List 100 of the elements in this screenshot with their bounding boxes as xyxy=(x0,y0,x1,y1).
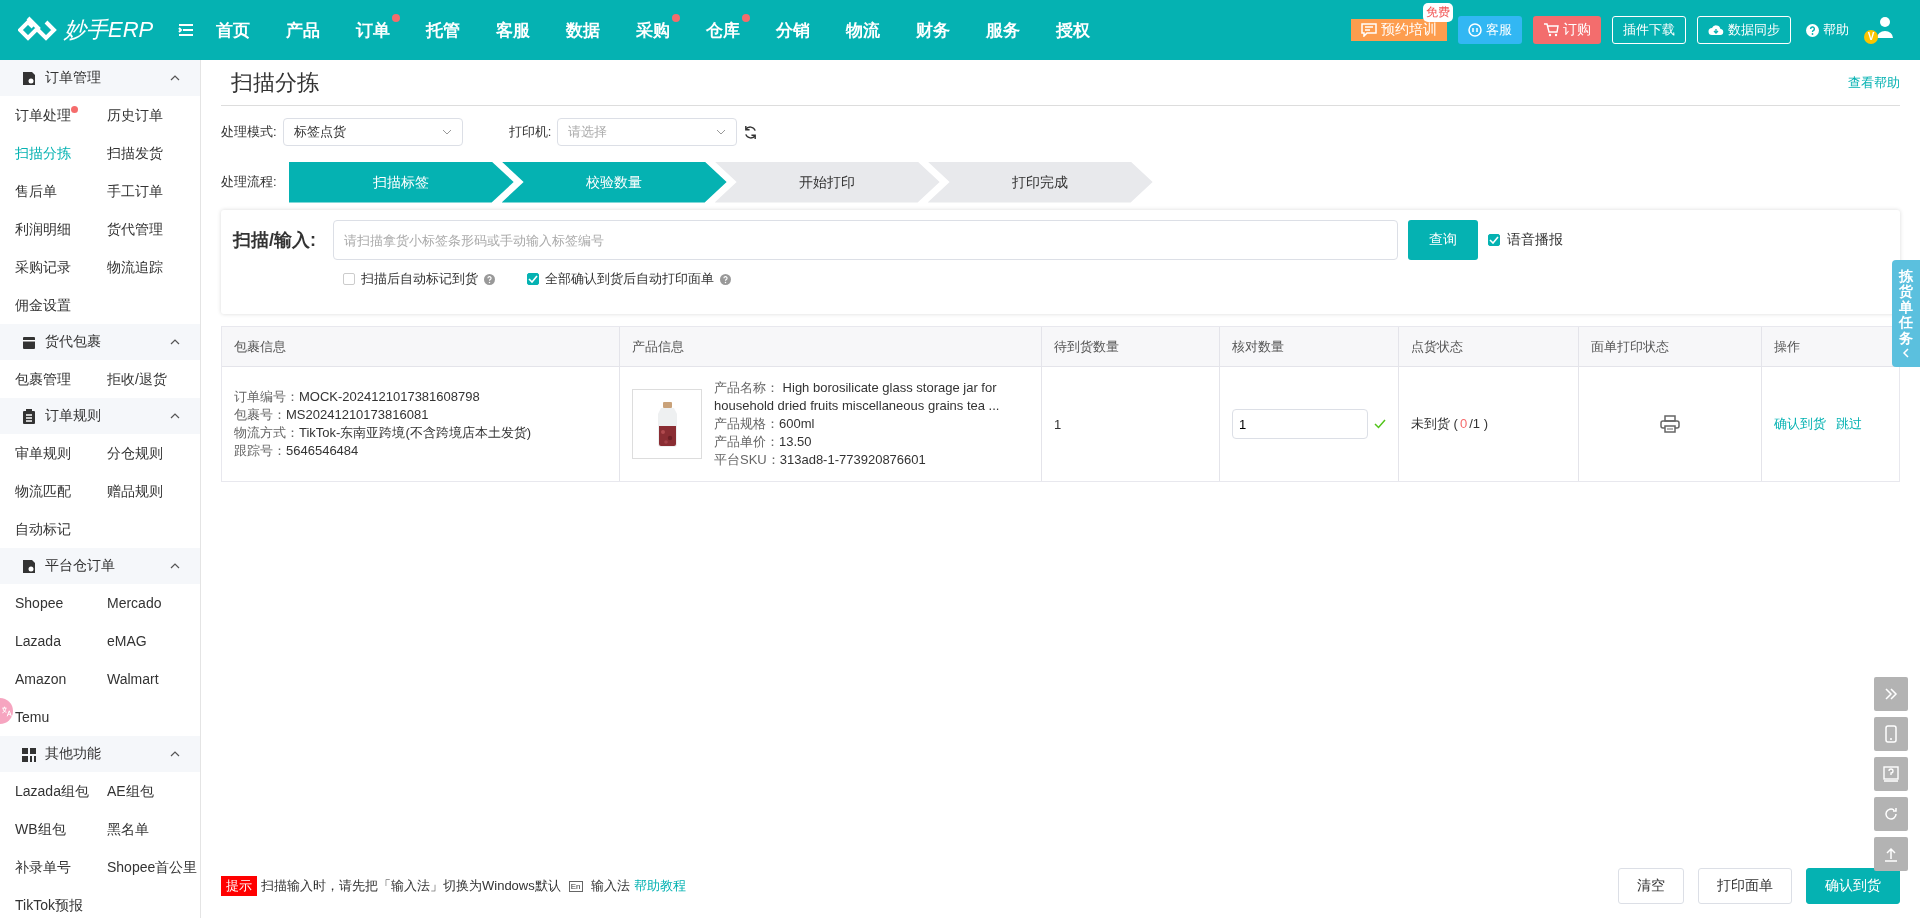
cloud-download-icon xyxy=(1708,24,1724,36)
section-icon xyxy=(22,334,36,350)
section-icon xyxy=(22,558,36,574)
field-label: 处理流程: xyxy=(221,173,277,191)
scan-label: 扫描/输入: xyxy=(233,229,317,252)
section-icon xyxy=(22,746,36,762)
translate-icon[interactable] xyxy=(0,698,13,724)
sidebar-item[interactable]: 利润明细 xyxy=(15,210,107,248)
phone-icon[interactable] xyxy=(1874,717,1908,751)
product-info-line: 产品规格：600ml xyxy=(714,415,816,433)
checkbox-label: 扫描后自动标记到货 xyxy=(361,270,478,288)
package-info-line: 订单编号：MOCK-2024121017381608798 xyxy=(234,388,480,406)
double-chevron-icon[interactable] xyxy=(1874,677,1908,711)
sidebar-section-header[interactable]: 其他功能 xyxy=(0,736,200,772)
checkbox[interactable] xyxy=(527,273,539,285)
section-icon xyxy=(22,70,36,86)
tip-text: 输入法 xyxy=(590,877,630,895)
chevron-down-icon xyxy=(441,129,452,135)
footer-button[interactable]: 清空 xyxy=(1618,868,1684,904)
column-header: 产品信息 xyxy=(620,327,1042,366)
package-info-line: 跟踪号：5646546484 xyxy=(234,442,359,460)
column-header: 包裹信息 xyxy=(222,327,620,366)
package-info-line: 物流方式：TikTok-东南亚跨境(不含跨境店本土发货) xyxy=(234,424,532,442)
sidebar-section-header[interactable]: 平台仓订单 xyxy=(0,548,200,584)
column-header: 待到货数量 xyxy=(1042,327,1220,366)
step-item: 开始打印 xyxy=(714,161,940,203)
table-cell: 1 xyxy=(1054,416,1062,432)
sidebar-item[interactable]: 物流追踪 xyxy=(107,248,200,286)
arrival-status: 未到货 (0/1 ) xyxy=(1411,415,1488,433)
sidebar-item[interactable]: Mercado xyxy=(107,584,200,622)
sidebar-item[interactable]: 扫描发货 xyxy=(107,134,200,172)
product-info-line: 产品单价：13.50 xyxy=(714,433,813,451)
sidebar-item[interactable]: 物流匹配 xyxy=(15,472,107,510)
page-title: 扫描分拣 xyxy=(231,68,319,97)
sidebar-section-header[interactable]: 订单管理 xyxy=(0,60,200,96)
help-icon[interactable] xyxy=(484,273,495,285)
sidebar-item[interactable]: TikTok预报 xyxy=(15,886,107,918)
checkbox-label: 语音播报 xyxy=(1507,231,1563,249)
step-item: 校验数量 xyxy=(501,161,727,203)
tip-badge: 提示 xyxy=(221,876,257,896)
back-to-top-icon[interactable] xyxy=(1874,837,1908,871)
sidebar-item[interactable]: 手工订单 xyxy=(107,172,200,210)
sidebar-item[interactable]: 订单处理 xyxy=(15,96,107,134)
help-icon[interactable] xyxy=(720,273,731,285)
free-badge: 免费 xyxy=(1423,3,1453,22)
chevron-down-icon xyxy=(716,129,727,135)
help-icon xyxy=(1806,23,1819,37)
sidebar-item[interactable]: 拒收/退货 xyxy=(107,360,200,398)
sidebar-item[interactable]: Lazada组包 xyxy=(15,772,107,810)
sidebar-item[interactable]: Amazon xyxy=(15,660,107,698)
sidebar-item[interactable]: 历史订单 xyxy=(107,96,200,134)
field-label: 处理模式: xyxy=(221,123,277,141)
sidebar-item[interactable]: 售后单 xyxy=(15,172,107,210)
checkbox[interactable] xyxy=(343,273,355,285)
sidebar-section-header[interactable]: 货代包裹 xyxy=(0,324,200,360)
printer-icon[interactable] xyxy=(1660,415,1680,433)
vip-badge: V xyxy=(1864,30,1878,44)
section-icon xyxy=(22,408,36,424)
help-book-icon[interactable] xyxy=(1874,757,1908,791)
sidebar-item[interactable]: Shopee xyxy=(15,584,107,622)
sidebar-item[interactable]: 佣金设置 xyxy=(15,286,107,324)
product-info-line: 产品名称： High borosilicate glass storage jar for household dried fruits miscellaneous grains tea ... xyxy=(714,379,1001,415)
sidebar-item[interactable]: Temu xyxy=(15,698,107,736)
product-info-line: 平台SKU：313ad8-1-773920876601 xyxy=(714,451,927,469)
step-item: 打印完成 xyxy=(927,161,1153,203)
column-header: 操作 xyxy=(1773,338,1801,356)
column-header: 点货状态 xyxy=(1399,327,1579,366)
sidebar-item[interactable]: Walmart xyxy=(107,660,200,698)
package-info-line: 包裹号：MS20241210173816081 xyxy=(234,406,429,424)
sidebar-item[interactable]: 补录单号 xyxy=(15,848,107,886)
column-header: 面单打印状态 xyxy=(1579,327,1762,366)
sidebar-section-header[interactable]: 订单规则 xyxy=(0,398,200,434)
scan-input[interactable]: 请扫描拿货小标签条形码或手动输入标签编号 xyxy=(333,220,1398,260)
sidebar-item[interactable]: 包裹管理 xyxy=(15,360,107,398)
sidebar-item[interactable]: eMAG xyxy=(107,622,200,660)
mode-select[interactable]: 标签点货 xyxy=(282,118,463,146)
sidebar-item[interactable]: 采购记录 xyxy=(15,248,107,286)
sidebar-item[interactable]: 货代管理 xyxy=(107,210,200,248)
sidebar-item[interactable]: 黑名单 xyxy=(107,810,200,848)
headset-icon xyxy=(1468,23,1482,37)
sidebar-item[interactable]: WB组包 xyxy=(15,810,107,848)
cart-icon xyxy=(1543,23,1559,37)
sidebar-item[interactable]: 分仓规则 xyxy=(107,434,200,472)
chat-icon xyxy=(1361,23,1377,37)
refresh-icon[interactable] xyxy=(743,124,759,140)
menu-icon[interactable] xyxy=(178,23,194,37)
field-label: 打印机: xyxy=(508,123,552,141)
chevron-left-icon xyxy=(1902,347,1910,358)
checkbox[interactable] xyxy=(1488,234,1500,246)
sidebar-item[interactable]: AE组包 xyxy=(107,772,200,810)
step-item: 扫描标签 xyxy=(288,161,514,203)
sidebar-item[interactable]: 自动标记 xyxy=(15,510,107,548)
sidebar-item[interactable]: 赠品规则 xyxy=(107,472,200,510)
sidebar-item[interactable]: 审单规则 xyxy=(15,434,107,472)
keyboard-icon: En xyxy=(568,880,583,892)
sidebar-item[interactable]: Lazada xyxy=(15,622,107,660)
quantity-input[interactable]: 1 xyxy=(1232,409,1368,439)
footer-button[interactable]: 打印面单 xyxy=(1698,868,1792,904)
sidebar-item[interactable]: Shopee首公里 xyxy=(107,848,200,886)
tip-text: 扫描输入时，请先把「输入法」切换为Windows默认 xyxy=(261,877,561,895)
